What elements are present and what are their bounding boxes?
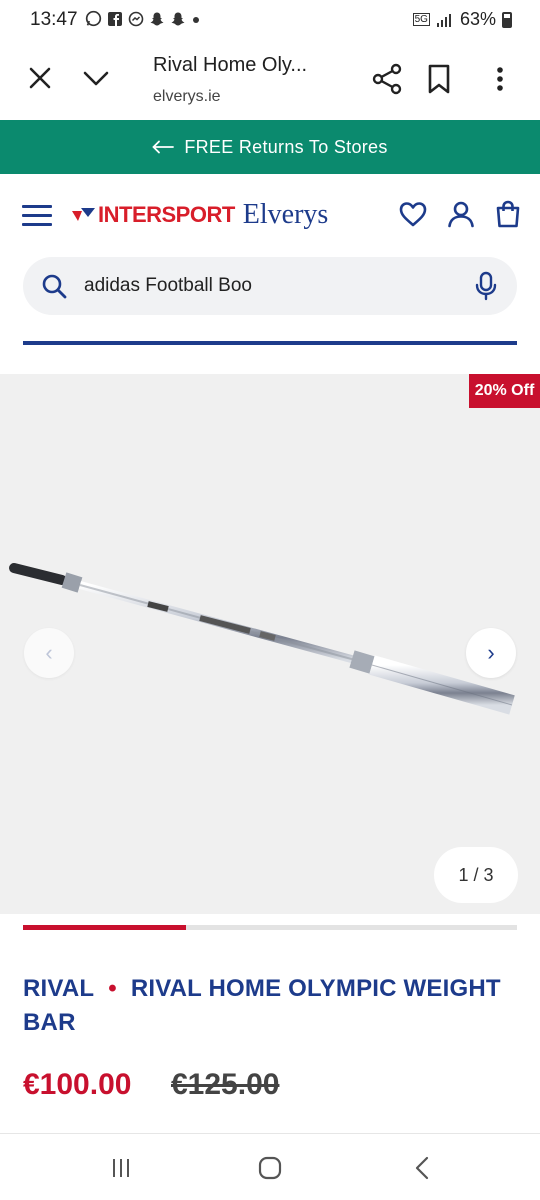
bookmark-icon[interactable] <box>424 62 454 96</box>
search-input[interactable]: adidas Football Boo <box>84 275 252 297</box>
more-vert-icon[interactable] <box>488 62 512 96</box>
home-icon[interactable] <box>255 1154 285 1182</box>
brand-primary: INTERSPORT <box>98 202 235 227</box>
gallery-progress <box>23 925 517 930</box>
snapchat-icon <box>171 12 185 25</box>
status-bar: 13:47 5G 63% <box>0 0 540 40</box>
snapchat-icon <box>150 12 164 25</box>
microphone-icon[interactable] <box>475 271 497 301</box>
share-icon[interactable] <box>370 62 404 96</box>
browser-toolbar: Rival Home Oly... elverys.ie <box>0 40 540 120</box>
gallery-next-button[interactable]: › <box>466 628 516 678</box>
chevron-down-icon[interactable] <box>80 64 112 92</box>
battery-percent: 63% <box>459 9 496 29</box>
status-right: 5G 63% <box>412 9 512 30</box>
close-icon[interactable] <box>26 64 54 92</box>
header-divider <box>23 341 517 345</box>
price-current: €100.00 <box>23 1068 132 1101</box>
messenger-icon <box>128 11 144 26</box>
wishlist-heart-icon[interactable] <box>398 199 428 229</box>
dot-icon <box>193 16 199 23</box>
account-icon[interactable] <box>446 199 476 229</box>
recent-apps-icon[interactable] <box>106 1154 136 1182</box>
product-brand[interactable]: RIVAL <box>23 975 94 1002</box>
product-image-barbell <box>9 563 515 715</box>
gallery-prev-button[interactable]: ‹ <box>24 628 74 678</box>
product-name: RIVAL HOME OLYMPIC WEIGHT BAR <box>23 975 501 1036</box>
system-navigation-bar <box>0 1133 540 1200</box>
status-time: 13:47 <box>30 9 78 30</box>
site-logo[interactable]: INTERSPORT Elverys <box>70 199 328 231</box>
gallery-counter: 1 / 3 <box>434 847 518 903</box>
brand-secondary: Elverys <box>242 199 329 230</box>
discount-badge: 20% Off <box>469 374 540 408</box>
product-title: RIVAL • RIVAL HOME OLYMPIC WEIGHT BAR <box>23 972 503 1040</box>
page-domain: elverys.ie <box>153 88 221 105</box>
gallery-progress-fill <box>23 925 186 930</box>
title-separator: • <box>108 975 117 1002</box>
whatsapp-icon <box>85 10 102 27</box>
arrow-left-icon <box>152 140 175 154</box>
promo-text: FREE Returns To Stores <box>184 136 388 157</box>
battery-icon <box>502 11 512 28</box>
search-icon[interactable] <box>41 273 67 299</box>
signal-icon <box>436 13 451 27</box>
search-bar[interactable]: adidas Football Boo <box>23 257 517 315</box>
shopping-bag-icon[interactable] <box>493 199 523 229</box>
price-original: €125.00 <box>171 1068 280 1101</box>
notification-icons <box>85 10 201 27</box>
facebook-icon <box>108 11 122 26</box>
intersport-logo-mark <box>72 208 95 221</box>
site-header: INTERSPORT Elverys <box>0 175 540 253</box>
promo-banner[interactable]: FREE Returns To Stores <box>0 120 540 174</box>
back-icon[interactable] <box>408 1154 438 1182</box>
menu-icon[interactable] <box>22 205 52 227</box>
network-badge: 5G <box>412 13 430 26</box>
product-gallery[interactable]: 20% Off ‹ › 1 / 3 <box>0 374 540 914</box>
page-title: Rival Home Oly... <box>153 54 308 76</box>
